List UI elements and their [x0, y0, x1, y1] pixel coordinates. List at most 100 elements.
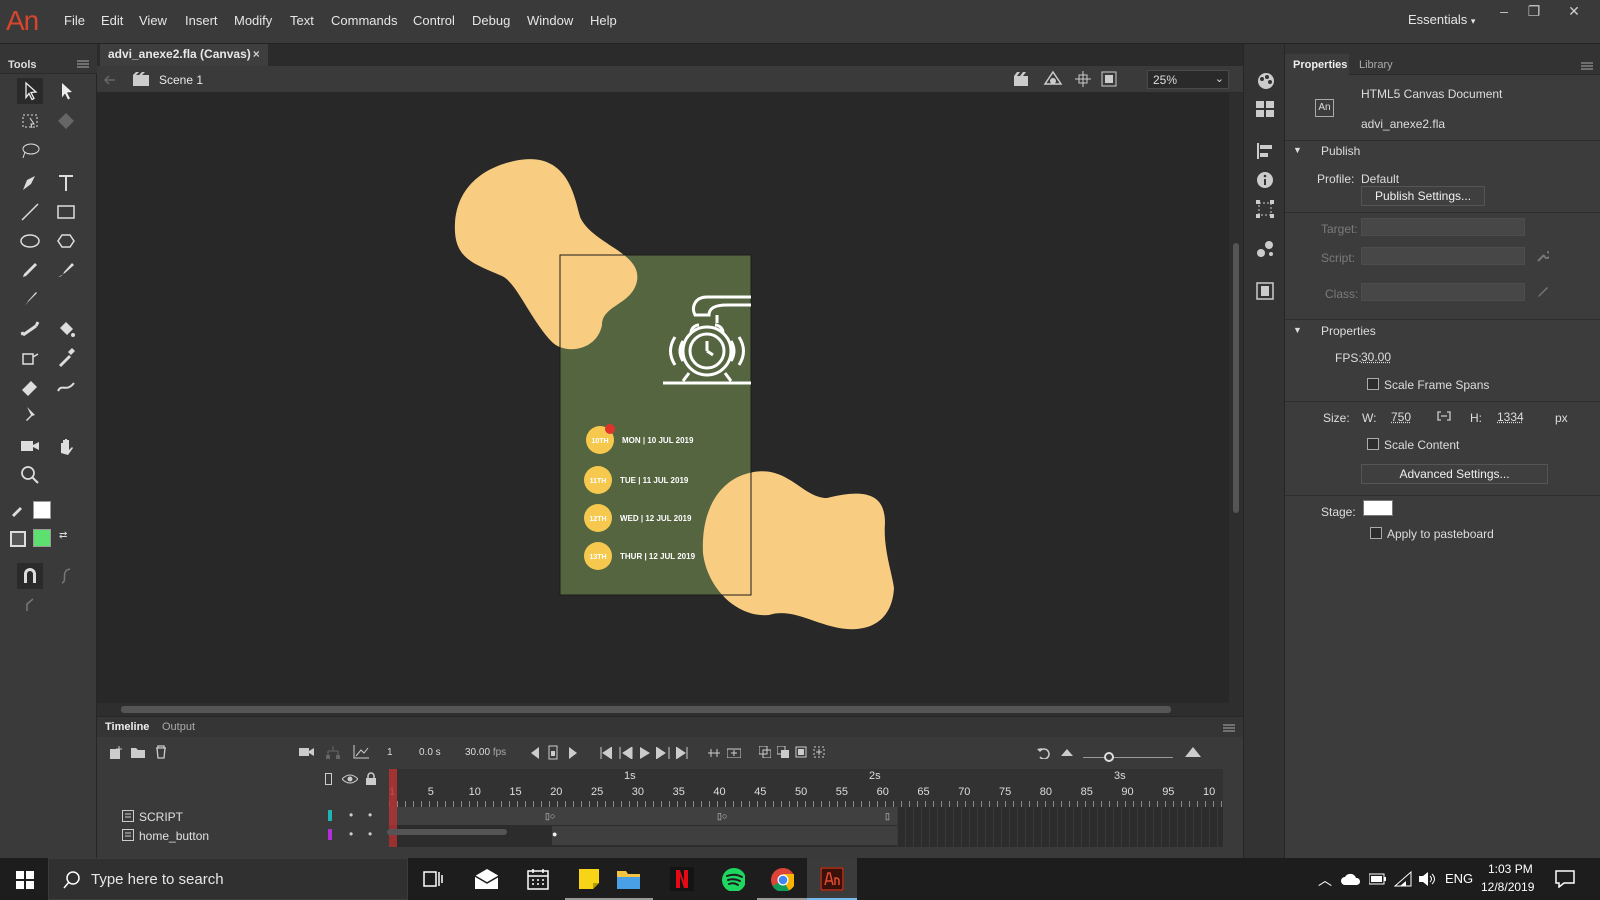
fill-color-swatch[interactable]	[33, 529, 51, 547]
frame-ruler[interactable]: 1s 2s 3s 1510152025303540455055606570758…	[389, 769, 1223, 807]
edit-scene-icon[interactable]	[1013, 71, 1031, 87]
tab-timeline[interactable]: Timeline	[105, 721, 149, 733]
info-icon[interactable]	[1256, 171, 1274, 189]
menu-debug[interactable]: Debug	[472, 13, 510, 28]
keyframe-marker[interactable]: ▯	[885, 811, 890, 822]
onion-skin-icon[interactable]	[727, 746, 741, 758]
oval-tool-icon[interactable]	[17, 228, 43, 254]
frame-zoom-slider[interactable]	[1083, 757, 1173, 758]
width-value[interactable]: 750	[1391, 410, 1411, 424]
clock-time[interactable]: 1:03 PM	[1488, 862, 1533, 876]
paint-brush-tool-icon[interactable]	[53, 257, 79, 283]
clock-date[interactable]: 12/8/2019	[1481, 880, 1534, 894]
width-tool-icon[interactable]	[53, 373, 79, 399]
workspace-switcher[interactable]: Essentials ▾	[1408, 12, 1475, 27]
eraser-tool-icon[interactable]	[17, 373, 43, 399]
layer-row-script[interactable]: SCRIPT • •	[97, 807, 389, 826]
timeline-scroll-thumb[interactable]	[387, 829, 507, 835]
publish-section-title[interactable]: Publish	[1321, 144, 1360, 158]
rectangle-tool-icon[interactable]	[53, 199, 79, 225]
layer-color-swatch[interactable]	[328, 829, 332, 840]
horizontal-scrollbar[interactable]	[97, 703, 1243, 716]
text-tool-icon[interactable]	[53, 170, 79, 196]
frame-marker-icon[interactable]	[813, 746, 825, 758]
close-window-button[interactable]: ✕	[1560, 3, 1588, 23]
loop-icon[interactable]	[708, 747, 720, 759]
hand-tool-icon[interactable]	[53, 433, 79, 459]
smooth-icon[interactable]	[53, 563, 79, 589]
fps-value[interactable]: 30.00	[1361, 350, 1391, 364]
vertical-scrollbar[interactable]	[1229, 93, 1243, 703]
line-tool-icon[interactable]	[17, 199, 43, 225]
stroke-color-icon[interactable]	[6, 497, 32, 523]
netflix-icon[interactable]	[670, 867, 694, 891]
camera-icon[interactable]	[299, 746, 315, 758]
color-panel-icon[interactable]	[1256, 72, 1276, 90]
minimize-button[interactable]: –	[1490, 3, 1518, 23]
polystar-tool-icon[interactable]	[53, 228, 79, 254]
go-to-last-frame-icon[interactable]	[676, 747, 688, 759]
pin-tool-icon[interactable]	[17, 401, 43, 427]
tab-properties[interactable]: Properties	[1293, 59, 1347, 71]
publish-settings-button[interactable]: Publish Settings...	[1361, 186, 1485, 206]
brush-tool-icon[interactable]	[17, 285, 43, 311]
sticky-notes-icon[interactable]	[577, 867, 601, 891]
menu-file[interactable]: File	[64, 13, 85, 28]
panel-menu-icon[interactable]	[1581, 62, 1593, 70]
collapse-triangle-icon[interactable]: ▼	[1293, 325, 1302, 335]
frame-rate[interactable]: 30.00 fps	[465, 747, 506, 758]
notifications-icon[interactable]	[1555, 870, 1575, 888]
wifi-icon[interactable]	[1394, 871, 1412, 887]
selection-tool-icon[interactable]	[17, 78, 43, 104]
menu-edit[interactable]: Edit	[101, 13, 123, 28]
visibility-dot[interactable]: •	[349, 808, 353, 822]
properties-section-title[interactable]: Properties	[1321, 324, 1376, 338]
file-explorer-icon[interactable]	[616, 867, 640, 891]
edit-multiple-frames-icon[interactable]	[759, 746, 771, 758]
frame-grid[interactable]: ▯○ ▯○ ▯ ●	[389, 807, 1223, 847]
zoom-in-frames-icon[interactable]	[1185, 747, 1201, 757]
zoom-tool-icon[interactable]	[17, 462, 43, 488]
scale-frame-spans-checkbox[interactable]	[1367, 378, 1379, 390]
new-layer-icon[interactable]	[109, 746, 123, 760]
free-transform-tool-icon[interactable]	[17, 108, 43, 134]
frame-zoom-knob[interactable]	[1104, 752, 1114, 762]
layer-color-swatch[interactable]	[328, 810, 332, 821]
visibility-dot[interactable]: •	[349, 827, 353, 841]
panel-menu-icon[interactable]	[1223, 724, 1235, 732]
keyframe-marker[interactable]: ▯○	[545, 811, 555, 822]
lock-icon[interactable]	[365, 772, 377, 785]
onedrive-icon[interactable]	[1341, 873, 1361, 885]
lasso-tool-icon[interactable]	[17, 138, 43, 164]
stage-color-swatch[interactable]	[1363, 500, 1393, 516]
zoom-select[interactable]: 25% ⌄	[1147, 70, 1229, 89]
pencil-tool-icon[interactable]	[17, 257, 43, 283]
outline-toggle-icon[interactable]	[325, 773, 333, 785]
eyedropper-tool-icon[interactable]	[53, 344, 79, 370]
keyframe-marker[interactable]: ▯○	[717, 811, 727, 822]
delete-icon[interactable]	[155, 745, 167, 759]
apply-to-pasteboard-checkbox[interactable]	[1370, 527, 1382, 539]
restore-button[interactable]: ❐	[1520, 3, 1548, 23]
pen-tool-icon[interactable]	[17, 170, 43, 196]
fill-color-icon[interactable]	[10, 531, 26, 547]
layer-row-home-button[interactable]: home_button • •	[97, 826, 389, 845]
show-hide-eye-icon[interactable]	[342, 774, 358, 784]
next-keyframe-icon[interactable]	[569, 747, 577, 759]
lock-dot[interactable]: •	[368, 808, 372, 822]
menu-help[interactable]: Help	[590, 13, 617, 28]
horizontal-scroll-thumb[interactable]	[121, 706, 1171, 713]
document-tab[interactable]: advi_anexe2.fla (Canvas) ×	[100, 44, 268, 66]
center-stage-icon[interactable]	[1075, 71, 1091, 87]
chrome-icon[interactable]	[770, 867, 794, 891]
menu-commands[interactable]: Commands	[331, 13, 397, 28]
playhead-line[interactable]	[389, 807, 397, 847]
subselection-tool-icon[interactable]	[53, 78, 79, 104]
prev-keyframe-icon[interactable]	[531, 747, 539, 759]
taskbar-search[interactable]: Type here to search	[48, 858, 408, 900]
menu-view[interactable]: View	[139, 13, 167, 28]
3d-rotation-tool-icon[interactable]	[53, 108, 79, 134]
windows-start-icon[interactable]	[16, 871, 34, 889]
transform-icon[interactable]	[1256, 200, 1274, 218]
onion-outlines-icon[interactable]	[777, 746, 789, 758]
